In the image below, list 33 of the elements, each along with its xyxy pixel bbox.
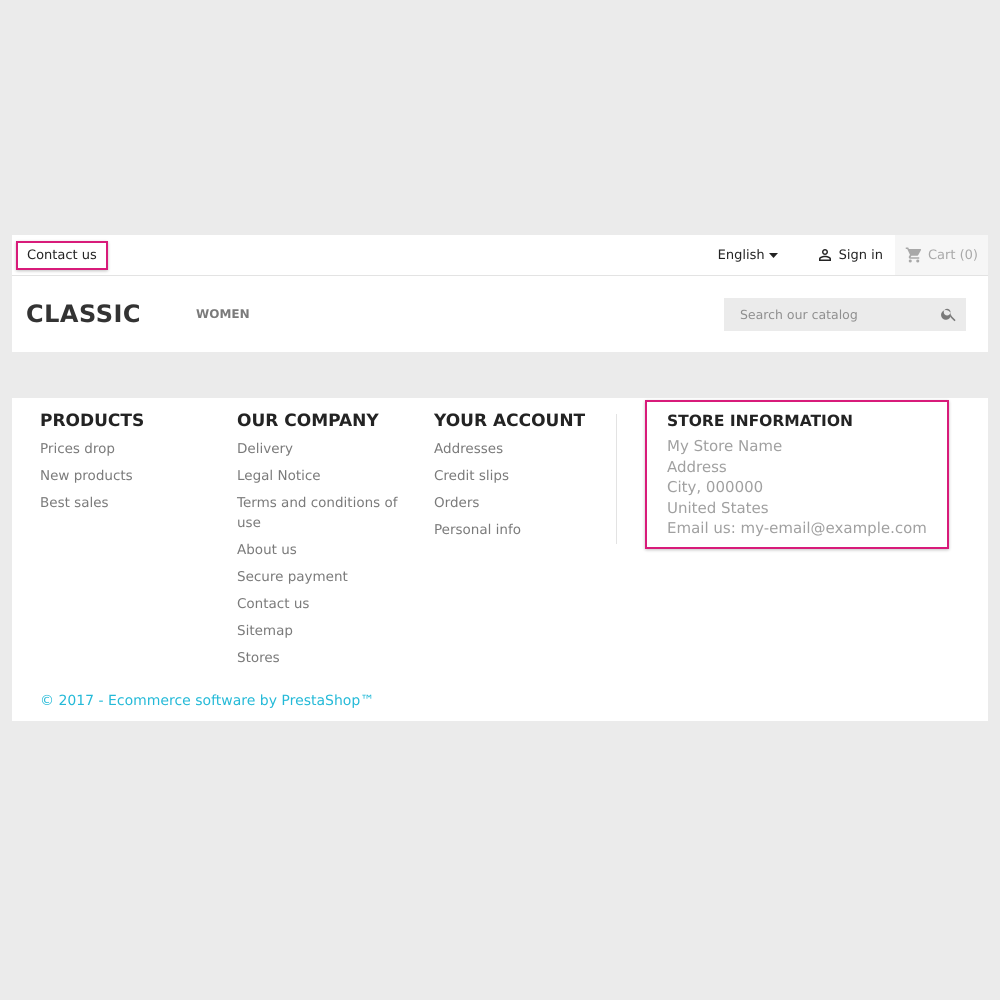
footer-link[interactable]: Prices drop (40, 439, 220, 459)
footer-link[interactable]: Addresses (434, 439, 614, 459)
footer-link[interactable]: Contact us (237, 594, 417, 614)
caret-icon (768, 252, 778, 258)
footer-link[interactable]: Credit slips (434, 466, 614, 486)
menu-item[interactable]: WOMEN (196, 307, 250, 321)
search-field[interactable]: Search our catalog (724, 298, 966, 330)
footer-link[interactable]: Secure payment (237, 567, 417, 587)
column-heading: YOUR ACCOUNT (434, 411, 586, 431)
store-info-line: My Store Name (667, 436, 784, 456)
sign-in-link[interactable]: Sign in (816, 246, 883, 264)
footer-link[interactable]: New products (40, 466, 220, 486)
store-info-line: Address (667, 456, 728, 477)
footer-link[interactable]: Delivery (237, 439, 417, 459)
column-heading: PRODUCTS (40, 411, 146, 431)
footer-link[interactable]: Legal Notice (237, 466, 417, 486)
store-info-line: United States (667, 498, 770, 518)
footer-link[interactable]: About us (237, 540, 417, 560)
footer-link[interactable]: Terms and conditions of use (237, 493, 417, 533)
store-info-line: Email us: my-email@example.com (667, 518, 927, 538)
footer-link[interactable]: Sitemap (237, 621, 417, 641)
footer-link[interactable]: Orders (434, 493, 614, 513)
footer-link[interactable]: Stores (237, 648, 417, 668)
store-info-line: City, 000000 (667, 477, 764, 498)
store-info-heading: STORE INFORMATION (667, 412, 854, 430)
copyright-link[interactable]: © 2017 - Ecommerce software by PrestaShop™ (40, 693, 374, 709)
store-logo[interactable]: CLASSIC (26, 300, 196, 328)
column-heading: OUR COMPANY (237, 411, 380, 431)
footer-link[interactable]: Best sales (40, 493, 220, 513)
cart-icon (904, 246, 923, 264)
language-dropdown[interactable]: English (718, 248, 778, 262)
footer-link[interactable]: Personal info (434, 520, 614, 540)
contact-link[interactable]: Contact us (16, 240, 108, 270)
